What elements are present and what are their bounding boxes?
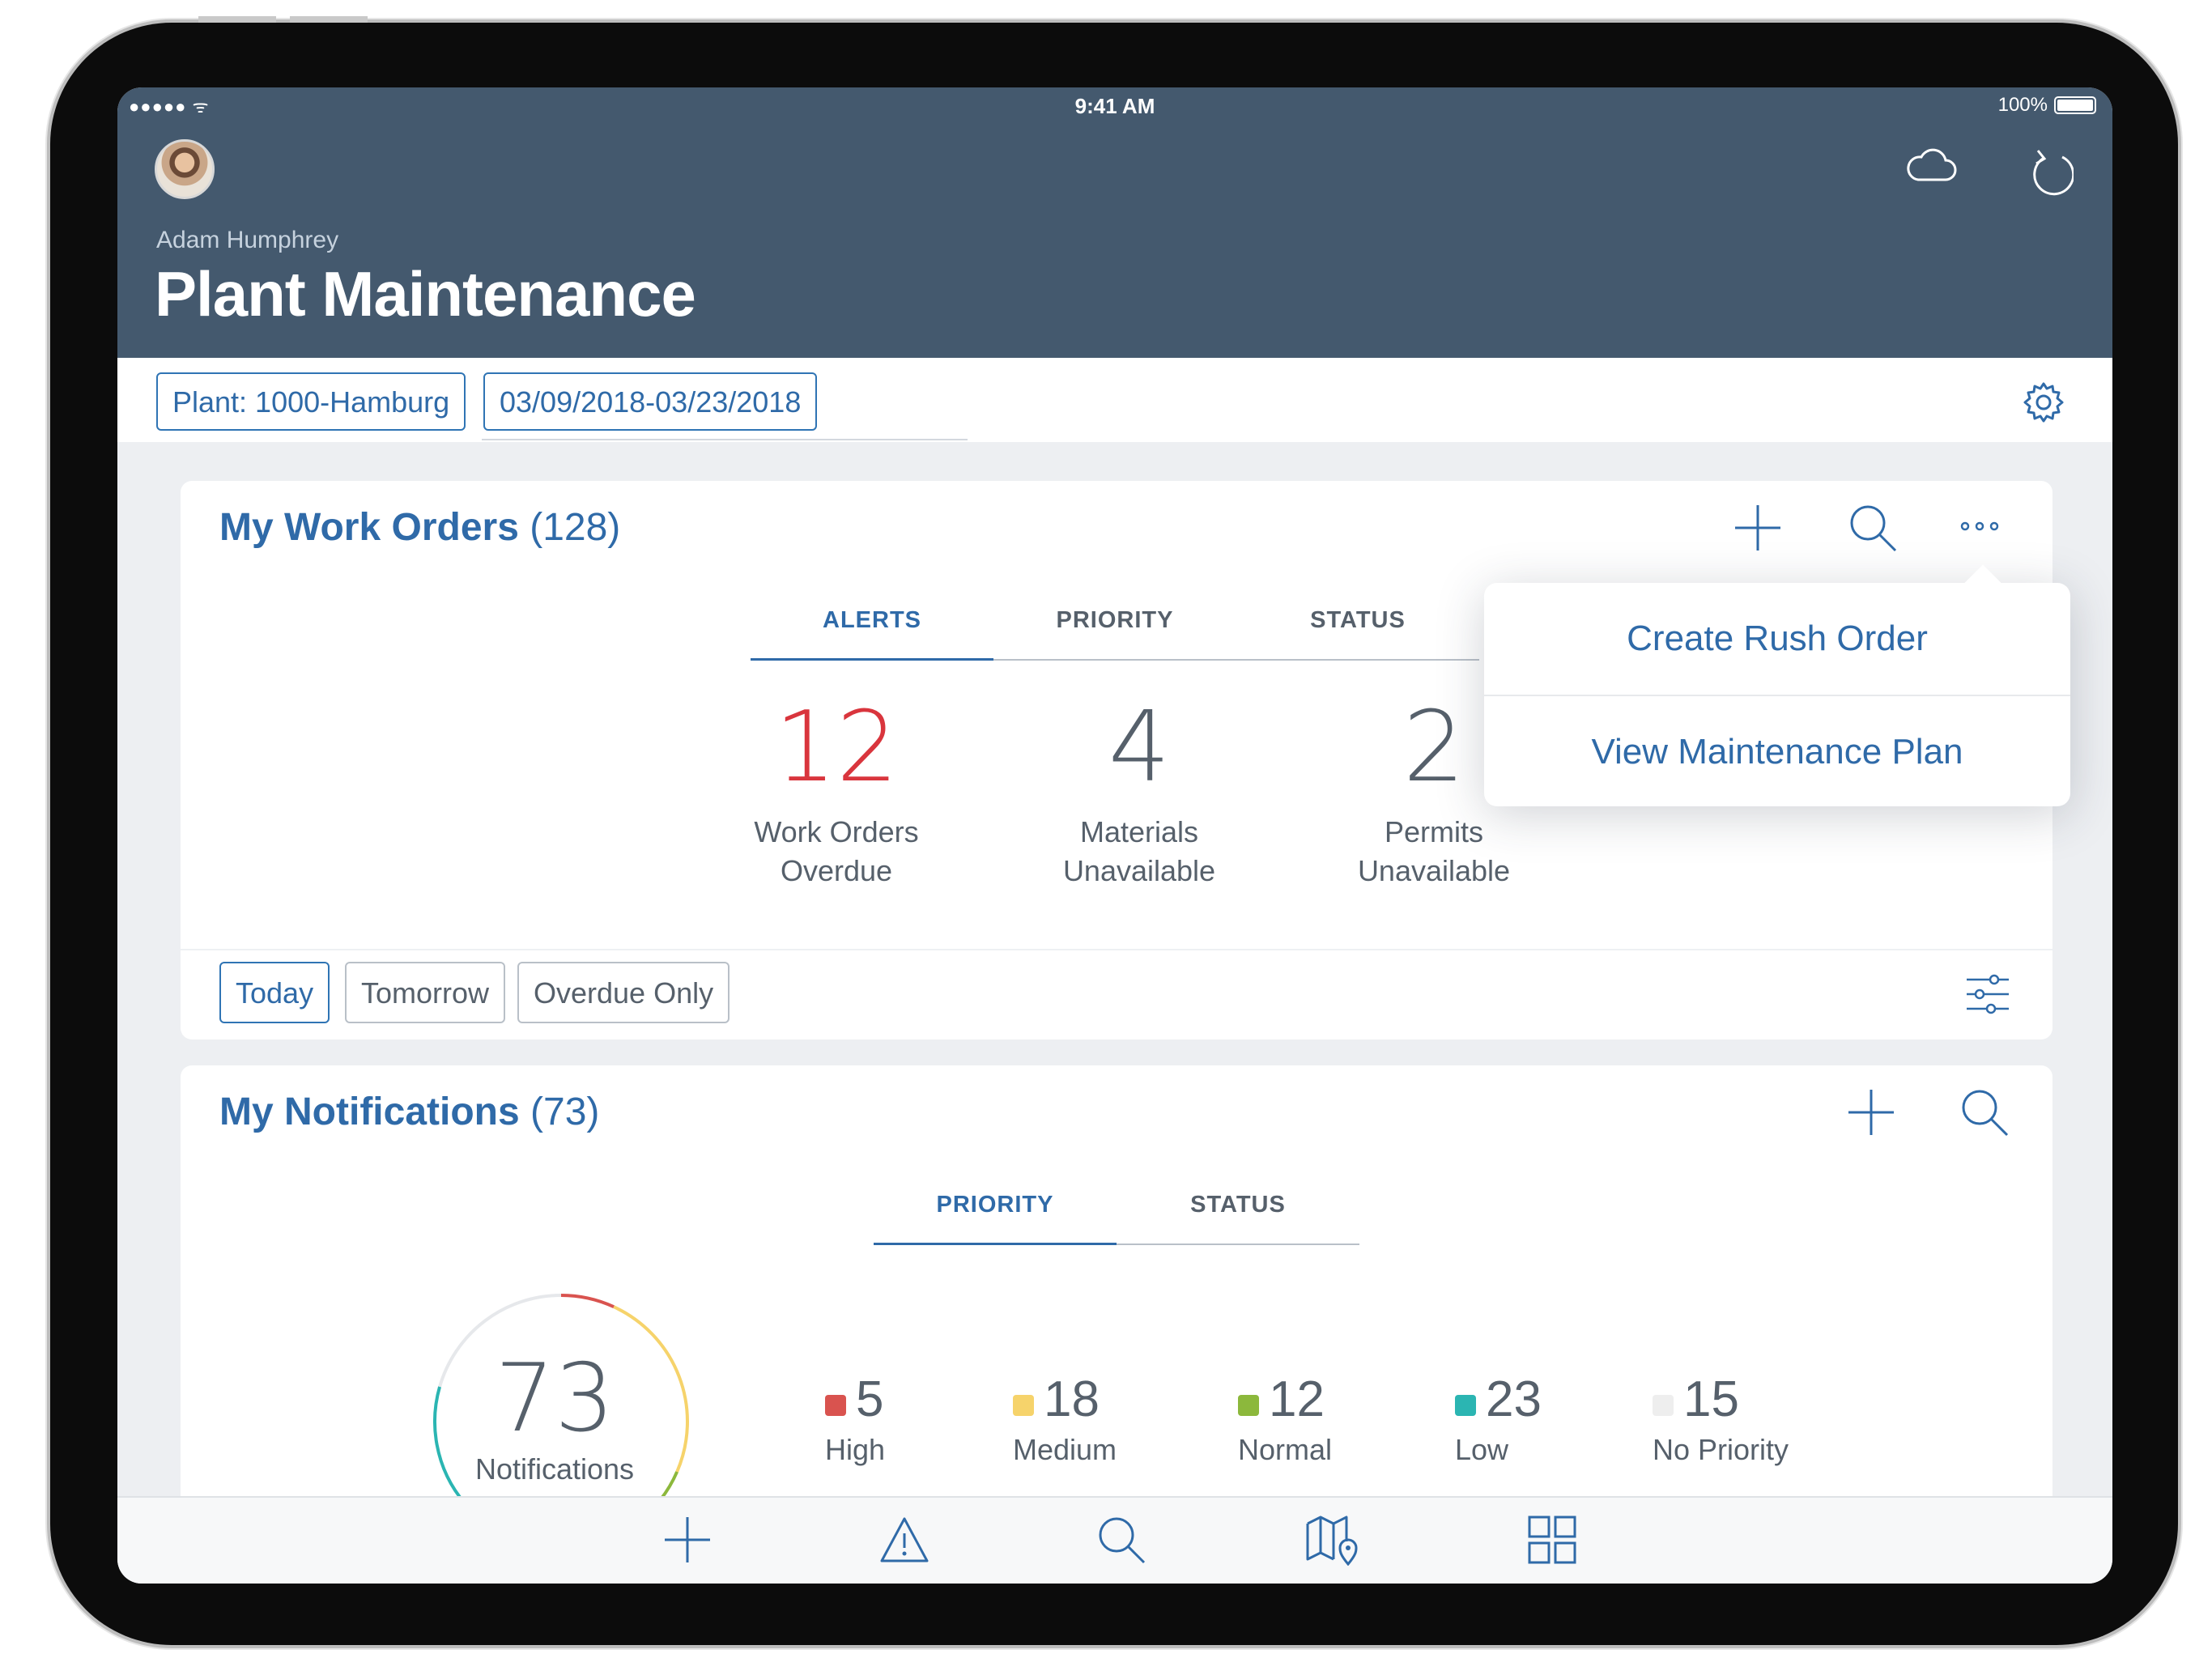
plus-icon[interactable] xyxy=(661,1514,713,1570)
legend-value: 12 xyxy=(1269,1371,1325,1427)
search-icon[interactable] xyxy=(1095,1514,1147,1570)
view-maintenance-plan-item[interactable]: View Maintenance Plan xyxy=(1484,696,2070,808)
status-time: 9:41 AM xyxy=(1074,94,1155,118)
avatar[interactable] xyxy=(155,139,215,199)
power-button xyxy=(290,16,368,23)
kpi-label: Work Orders Overdue xyxy=(754,815,919,887)
add-notification-icon[interactable] xyxy=(1845,1086,1897,1142)
legend-swatch xyxy=(1455,1395,1476,1416)
create-rush-order-item[interactable]: Create Rush Order xyxy=(1484,583,2070,695)
volume-button xyxy=(198,16,276,23)
legend-swatch xyxy=(1653,1395,1674,1416)
app-header: ●●●●● ᯤ 9:41 AM 100% Adam Humphrey Plant… xyxy=(117,87,2112,358)
tab-status[interactable]: STATUS xyxy=(1117,1192,1359,1245)
legend-label: Normal xyxy=(1238,1433,1333,1466)
donut-segment-high xyxy=(560,1294,615,1309)
add-work-order-icon[interactable] xyxy=(1732,502,1784,558)
legend-label: No Priority xyxy=(1653,1433,1789,1466)
legend-value: 23 xyxy=(1486,1371,1542,1427)
tab-alerts[interactable]: ALERTS xyxy=(751,607,993,661)
legend-label: Medium xyxy=(1013,1433,1117,1466)
legend-normal: 12 Normal xyxy=(1238,1371,1332,1467)
app-screen: ●●●●● ᯤ 9:41 AM 100% Adam Humphrey Plant… xyxy=(117,87,2112,1584)
plant-filter-button[interactable]: Plant: 1000-Hamburg xyxy=(156,372,466,431)
grid-icon[interactable] xyxy=(1526,1514,1578,1570)
battery-percent: 100% xyxy=(1997,94,2048,116)
kpi-value: 12 xyxy=(774,691,899,804)
legend-medium: 18 Medium xyxy=(1013,1371,1117,1467)
legend-value: 15 xyxy=(1683,1371,1739,1427)
legend-label: High xyxy=(825,1433,886,1466)
user-name: Adam Humphrey xyxy=(156,227,339,253)
page-title: Plant Maintenance xyxy=(155,258,696,329)
work-orders-tabs: ALERTS PRIORITY STATUS xyxy=(751,607,1479,661)
refresh-icon[interactable] xyxy=(2027,146,2075,200)
donut-center: 73 Notifications xyxy=(429,1350,680,1486)
legend-swatch xyxy=(825,1395,846,1416)
legend-high: 5 High xyxy=(825,1371,885,1467)
notifications-title-text: My Notifications xyxy=(219,1090,520,1133)
chip-today[interactable]: Today xyxy=(219,962,330,1023)
tab-priority[interactable]: PRIORITY xyxy=(874,1192,1117,1245)
kpi-value: 4 xyxy=(1108,691,1171,804)
legend-value: 18 xyxy=(1044,1371,1100,1427)
work-orders-title-text: My Work Orders xyxy=(219,506,519,549)
tab-priority[interactable]: PRIORITY xyxy=(993,607,1236,661)
tab-status[interactable]: STATUS xyxy=(1236,607,1479,661)
battery-indicator: 100% xyxy=(1998,94,2096,117)
legend-label: Low xyxy=(1455,1433,1509,1466)
battery-icon xyxy=(2054,96,2096,114)
warning-icon[interactable] xyxy=(878,1514,930,1570)
kpi-label: Permits Unavailable xyxy=(1357,815,1511,887)
work-orders-count: (128) xyxy=(530,506,621,549)
kpi-label: Materials Unavailable xyxy=(1062,815,1216,887)
work-orders-title: My Work Orders (128) xyxy=(219,505,620,550)
legend-value: 5 xyxy=(856,1371,884,1427)
date-range-filter-button[interactable]: 03/09/2018-03/23/2018 xyxy=(483,372,818,431)
filter-settings-icon[interactable] xyxy=(1965,973,2010,1019)
chip-overdue-only[interactable]: Overdue Only xyxy=(517,962,730,1023)
map-icon[interactable] xyxy=(1304,1514,1361,1570)
donut-total: 73 xyxy=(495,1344,615,1453)
more-options-icon[interactable] xyxy=(1959,518,2001,538)
filter-bar: Plant: 1000-Hamburg 03/09/2018-03/23/201… xyxy=(117,358,2112,442)
filter-underline xyxy=(482,439,968,440)
legend-no-priority: 15 No Priority xyxy=(1653,1371,1789,1467)
bottom-tab-bar xyxy=(117,1496,2112,1584)
gear-icon[interactable] xyxy=(2022,380,2065,428)
search-notifications-icon[interactable] xyxy=(1959,1086,2010,1142)
notifications-tabs: PRIORITY STATUS xyxy=(874,1192,1359,1245)
donut-label: Notifications xyxy=(474,1452,635,1486)
kpi-work-orders-overdue[interactable]: 12 Work Orders Overdue xyxy=(707,699,966,891)
notifications-count: (73) xyxy=(530,1090,600,1133)
kpi-materials-unavailable[interactable]: 4 Materials Unavailable xyxy=(1010,699,1269,891)
chip-tomorrow[interactable]: Tomorrow xyxy=(345,962,506,1023)
legend-low: 23 Low xyxy=(1455,1371,1542,1467)
notifications-title: My Notifications (73) xyxy=(219,1090,599,1134)
search-work-orders-icon[interactable] xyxy=(1847,502,1899,558)
more-options-popover: Create Rush Order View Maintenance Plan xyxy=(1484,583,2070,806)
work-orders-filter-row: Today Tomorrow Overdue Only xyxy=(181,949,2052,1039)
legend-swatch xyxy=(1238,1395,1259,1416)
legend-swatch xyxy=(1013,1395,1034,1416)
cloud-icon[interactable] xyxy=(1905,144,1959,190)
